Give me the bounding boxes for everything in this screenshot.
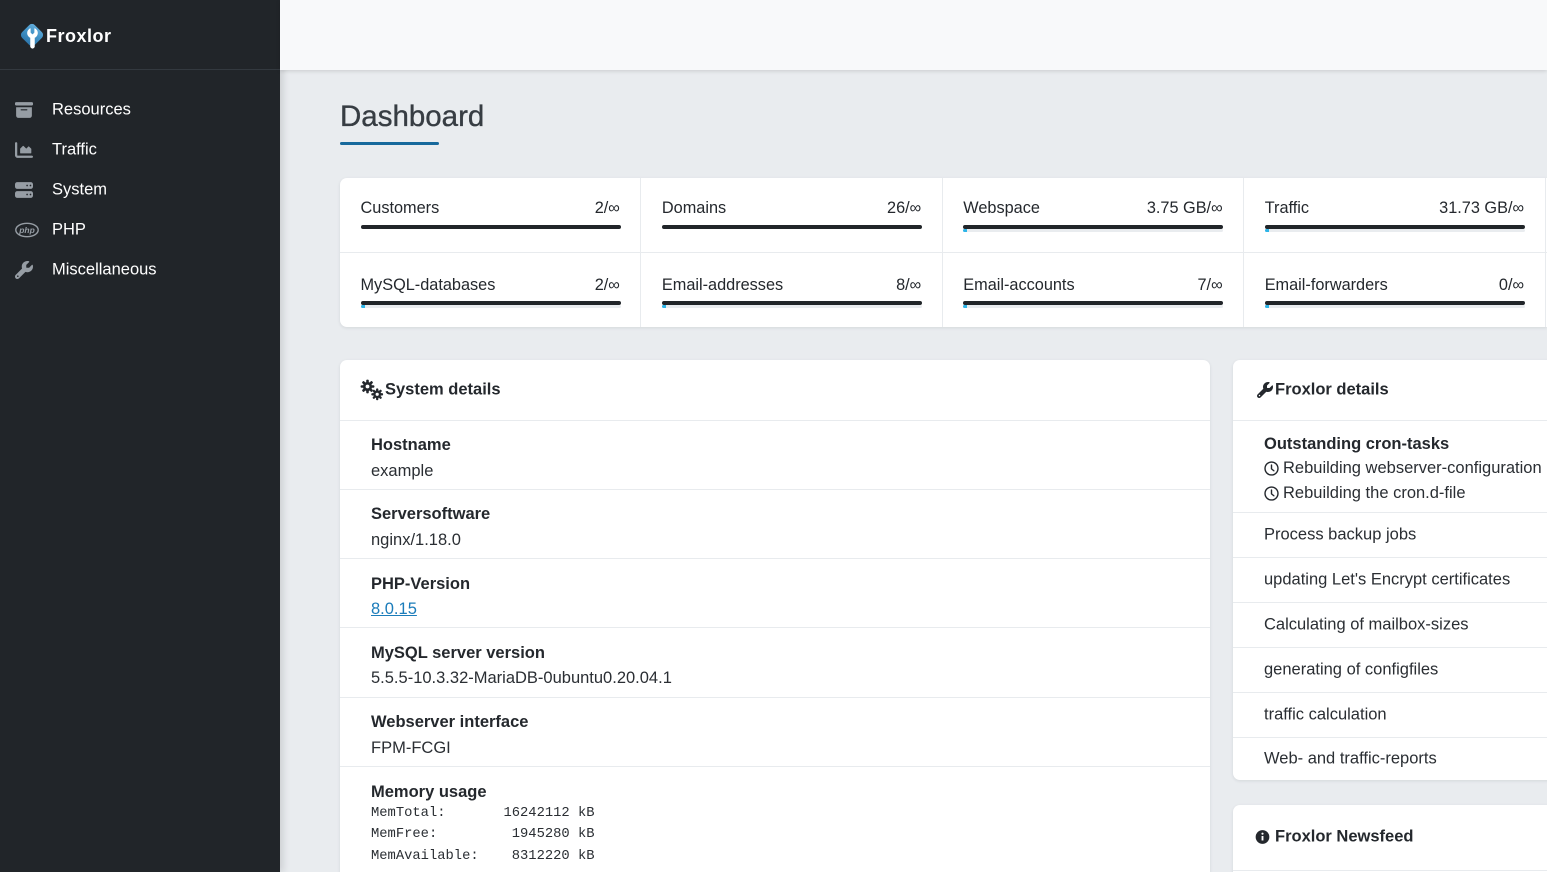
svg-text:php: php [18, 225, 35, 235]
